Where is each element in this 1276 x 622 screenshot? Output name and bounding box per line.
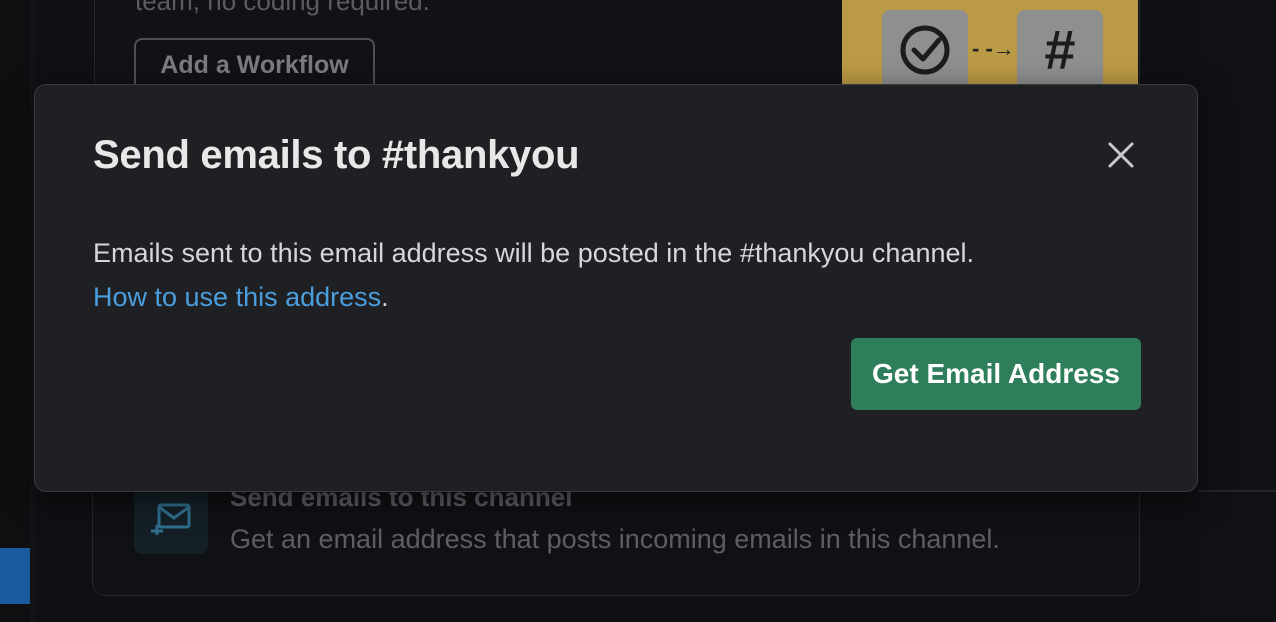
modal-body: Emails sent to this email address will b… [93,231,1153,319]
app-window: team, no coding required. Add a Workflow… [0,0,1276,622]
workflow-card-text: team, no coding required. [135,0,430,16]
modal-body-text: Emails sent to this email address will b… [93,238,974,268]
modal-link-line: How to use this address. [93,275,1153,319]
left-rail-selected-item[interactable] [0,548,30,604]
hash-tile: # [1017,10,1103,90]
modal-title: Send emails to #thankyou [93,133,580,177]
right-area [1200,0,1276,622]
checkmark-icon [882,10,968,90]
close-icon [1108,142,1134,168]
left-rail [0,0,30,622]
right-divider [1198,490,1276,492]
close-button[interactable] [1099,133,1143,177]
arrow-icon: - -→ [972,36,1015,61]
send-emails-modal: Send emails to #thankyou Emails sent to … [34,84,1198,492]
workflow-illustration: - -→ # [842,0,1138,92]
email-channel-card-description: Get an email address that posts incoming… [230,524,1000,554]
link-suffix: . [381,282,389,312]
how-to-use-link[interactable]: How to use this address [93,282,381,312]
hash-icon: # [1044,18,1076,81]
mail-icon [134,484,208,554]
get-email-address-button[interactable]: Get Email Address [851,338,1141,410]
